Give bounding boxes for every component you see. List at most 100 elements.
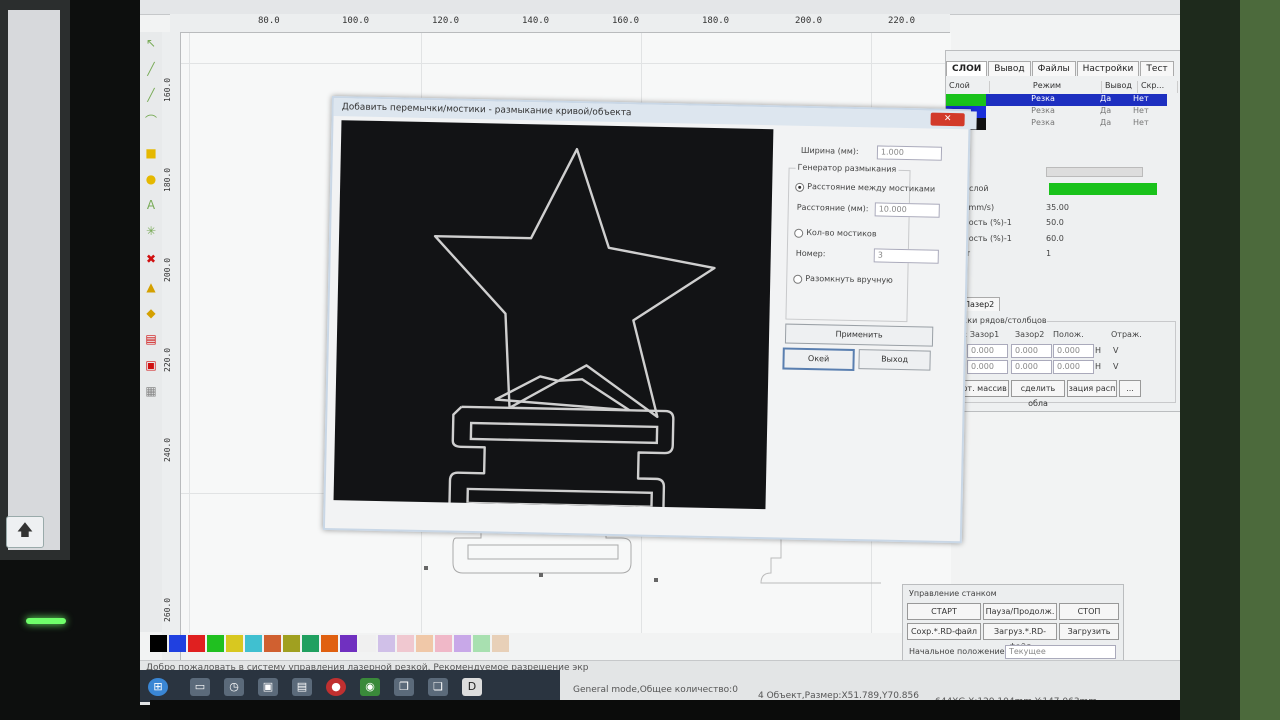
tab-test[interactable]: Тест xyxy=(1140,61,1174,76)
number-input[interactable]: 3 xyxy=(873,248,939,264)
tab-layers[interactable]: СЛОИ xyxy=(946,61,988,76)
app-icon[interactable]: ◉ xyxy=(360,678,380,696)
upload-arrow-button[interactable]: 🡅 xyxy=(6,516,44,548)
color-swatch[interactable] xyxy=(359,635,376,652)
color-swatch[interactable] xyxy=(264,635,281,652)
curve-tool-icon[interactable]: ⌒ xyxy=(143,114,159,128)
windows-start-icon[interactable]: ⊞ xyxy=(148,678,168,696)
color-swatch[interactable] xyxy=(188,635,205,652)
record-app-icon[interactable]: ● xyxy=(326,678,346,696)
ellipse-tool-icon[interactable]: ● xyxy=(143,172,159,186)
pos-input[interactable]: 0.000 xyxy=(1053,360,1094,374)
base-slot-top xyxy=(469,421,659,445)
color-swatch[interactable] xyxy=(226,635,243,652)
dot-tool-icon[interactable]: ✳ xyxy=(143,224,159,238)
layer-color-swatch xyxy=(946,94,986,106)
delete-icon[interactable]: ✖ xyxy=(143,252,159,266)
ruler-tick: 200.0 xyxy=(795,16,823,26)
color-swatch[interactable] xyxy=(321,635,338,652)
color-swatch[interactable] xyxy=(340,635,357,652)
base-outline xyxy=(448,405,675,510)
align-icon[interactable]: ◆ xyxy=(143,306,159,320)
monitor-bezel-left: 🡅 xyxy=(0,0,150,720)
app-icon[interactable]: ▤ xyxy=(292,678,312,696)
color-swatch[interactable] xyxy=(283,635,300,652)
laser-app-icon[interactable]: D xyxy=(462,678,482,696)
color-swatch[interactable] xyxy=(397,635,414,652)
layer-icon[interactable]: ▣ xyxy=(143,358,159,372)
manual-radio[interactable] xyxy=(793,274,803,284)
color-swatch[interactable] xyxy=(473,635,490,652)
table-row[interactable]: Резка Да Нет xyxy=(946,118,1167,130)
divide-area-button[interactable]: сделить обла xyxy=(1011,380,1065,408)
exit-button[interactable]: Выход xyxy=(858,349,931,371)
canvas-handle xyxy=(424,566,428,570)
color-swatch[interactable] xyxy=(302,635,319,652)
select-tool-icon[interactable]: ↖ xyxy=(143,36,159,50)
text-tool-icon[interactable]: A xyxy=(143,198,159,212)
line-tool-icon[interactable]: ╱ xyxy=(143,62,159,76)
pause-button[interactable]: Пауза/Продолж. xyxy=(983,603,1057,620)
dialog-form: Ширина (мм): 1.000 Генератор размыкания … xyxy=(778,136,961,510)
ok-button[interactable]: Окей xyxy=(782,347,855,371)
close-button[interactable]: ✕ xyxy=(930,112,965,127)
monitor-bezel-bottom xyxy=(150,700,1180,720)
table-row[interactable]: Резка Да Нет xyxy=(946,94,1167,106)
apply-button[interactable]: Применить xyxy=(784,323,934,347)
panel-tabs: СЛОИ Вывод Файлы Настройки Тест xyxy=(946,61,1175,76)
color-swatch[interactable] xyxy=(378,635,395,652)
gap1-input[interactable]: 0.000 xyxy=(967,360,1008,374)
warning-icon[interactable]: ▲ xyxy=(143,280,159,294)
color-swatch[interactable] xyxy=(492,635,509,652)
clock-app-icon[interactable]: ◷ xyxy=(224,678,244,696)
pos-input[interactable]: 0.000 xyxy=(1053,344,1094,358)
tab-output[interactable]: Вывод xyxy=(988,61,1031,76)
distance-radio[interactable] xyxy=(795,182,805,192)
table-row[interactable]: Резка Да Нет xyxy=(946,106,1167,118)
color-swatch[interactable] xyxy=(169,635,186,652)
color-swatch[interactable] xyxy=(454,635,471,652)
arrow-up-icon: 🡅 xyxy=(16,519,34,539)
stop-button[interactable]: СТОП xyxy=(1059,603,1119,620)
load-button[interactable]: Загрузить xyxy=(1059,623,1119,640)
window-app-icon[interactable]: ❏ xyxy=(428,678,448,696)
width-input[interactable]: 1.000 xyxy=(876,145,943,161)
color-swatch[interactable] xyxy=(245,635,262,652)
current-layer-color[interactable] xyxy=(1049,183,1157,195)
explorer-icon[interactable]: ▭ xyxy=(190,678,210,696)
gap2-input[interactable]: 0.000 xyxy=(1011,344,1052,358)
color-swatch[interactable] xyxy=(435,635,452,652)
ruler-tick: 80.0 xyxy=(258,16,280,26)
ruler-tick: 240.0 xyxy=(163,437,172,462)
grid-icon[interactable]: ▦ xyxy=(143,384,159,398)
distance-input[interactable]: 10.000 xyxy=(874,202,940,218)
star-outline xyxy=(433,147,716,419)
more-button[interactable]: ... xyxy=(1119,380,1141,397)
layout-button[interactable]: зация расп xyxy=(1067,380,1117,397)
layer-scrollbar[interactable] xyxy=(1046,167,1143,177)
canvas-handle xyxy=(654,578,658,582)
start-button[interactable]: СТАРТ xyxy=(907,603,981,620)
count-radio[interactable] xyxy=(794,228,804,238)
mirror-icon[interactable]: ▤ xyxy=(143,332,159,346)
polyline-tool-icon[interactable]: ╱ xyxy=(143,88,159,102)
rectangle-tool-icon[interactable]: ■ xyxy=(143,146,159,160)
tab-files[interactable]: Файлы xyxy=(1031,61,1076,76)
mirror-h-checkbox[interactable]: H xyxy=(1095,346,1101,355)
windows-taskbar: ⊞ ▭ ◷ ▣ ▤ ● ◉ ❐ ❏ D xyxy=(140,670,560,702)
mirror-h-checkbox[interactable]: H xyxy=(1095,362,1101,371)
gap1-input[interactable]: 0.000 xyxy=(967,344,1008,358)
window-app-icon[interactable]: ❐ xyxy=(394,678,414,696)
color-swatch[interactable] xyxy=(207,635,224,652)
color-swatch[interactable] xyxy=(150,635,167,652)
mirror-v-checkbox[interactable]: V xyxy=(1113,346,1118,355)
color-swatch[interactable] xyxy=(416,635,433,652)
load-rd-button[interactable]: Загруз.*.RD-файл xyxy=(983,623,1057,651)
gap2-input[interactable]: 0.000 xyxy=(1011,360,1052,374)
ruler-tick: 160.0 xyxy=(163,77,172,102)
save-rd-button[interactable]: Сохр.*.RD-файл xyxy=(907,623,981,640)
mirror-v-checkbox[interactable]: V xyxy=(1113,362,1118,371)
tab-settings[interactable]: Настройки xyxy=(1076,61,1140,76)
home-position-select[interactable]: Текущее xyxy=(1005,645,1116,659)
app-icon[interactable]: ▣ xyxy=(258,678,278,696)
